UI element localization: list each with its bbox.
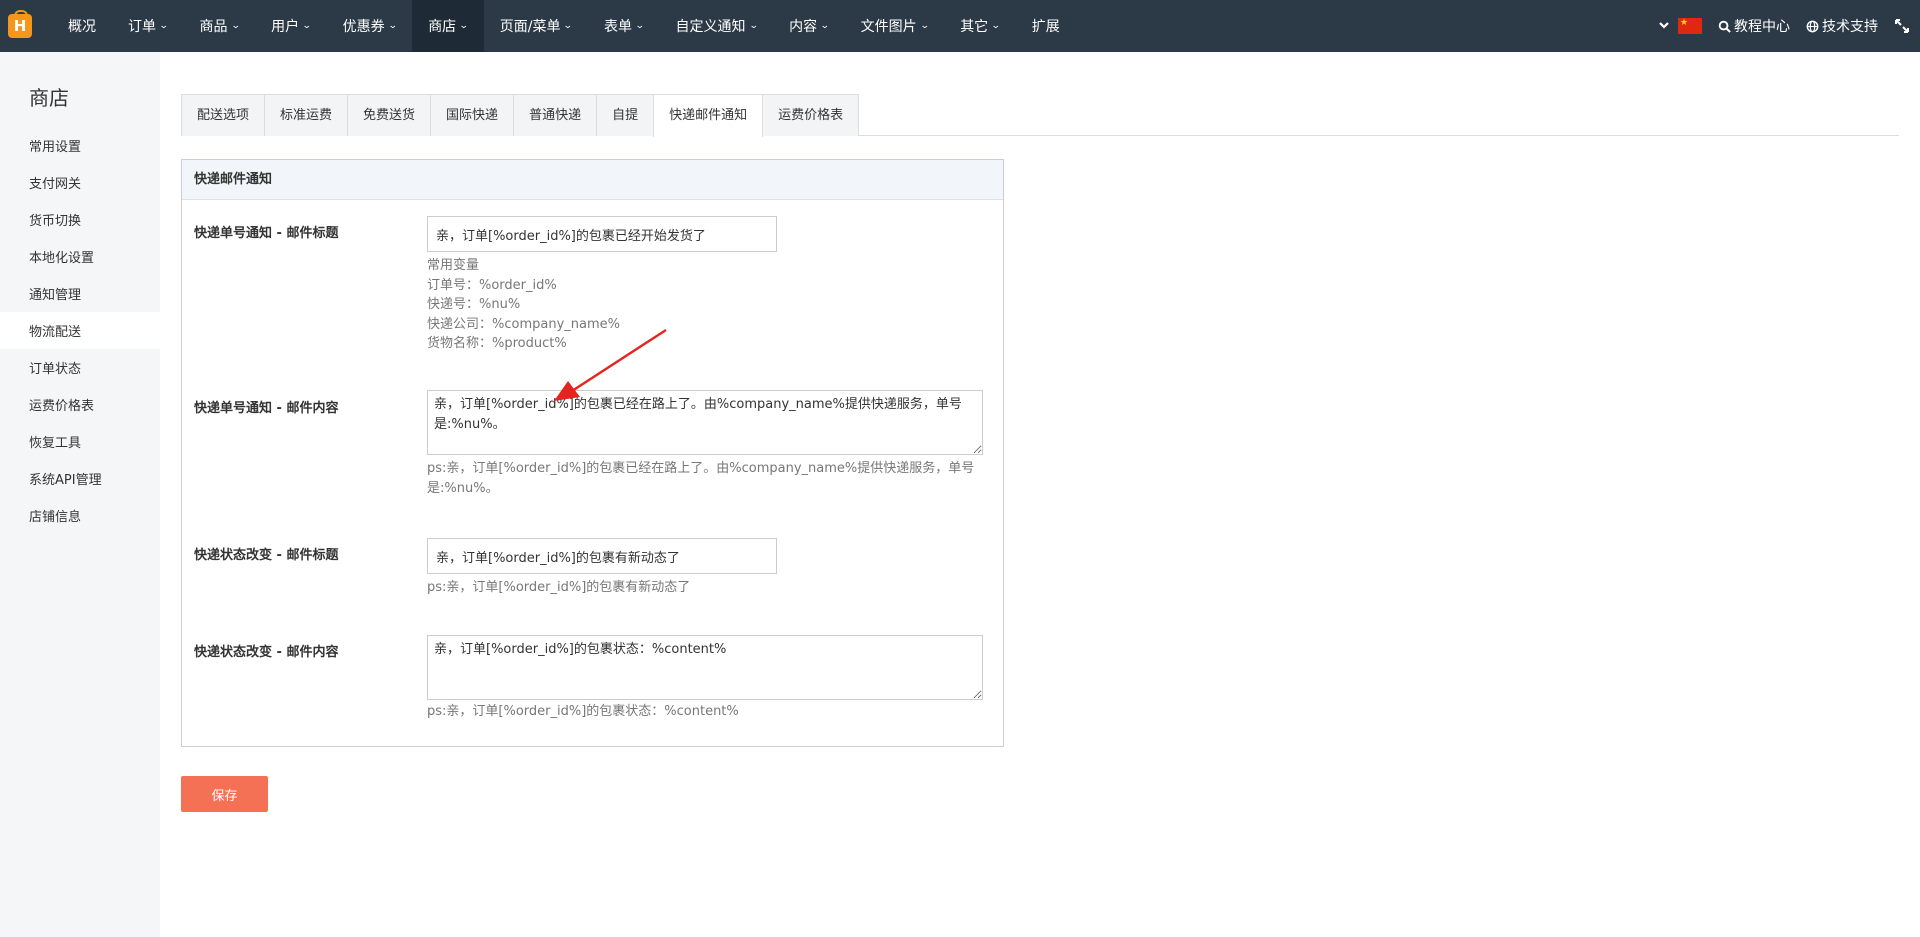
nav-item-coupons[interactable]: 优惠券 ⌄ bbox=[327, 0, 413, 52]
tab-express-email[interactable]: 快递邮件通知 bbox=[653, 94, 764, 137]
sidebar-item-notifications[interactable]: 通知管理 bbox=[0, 275, 160, 312]
sidebar-title: 商店 bbox=[29, 86, 69, 110]
help-line: 常用变量 bbox=[427, 258, 480, 273]
sidebar-item-restore[interactable]: 恢复工具 bbox=[0, 423, 160, 460]
panel-title: 快递邮件通知 bbox=[182, 160, 1003, 200]
nav-right: 教程中心 技术支持 bbox=[1658, 0, 1920, 52]
nav-item-users[interactable]: 用户 ⌄ bbox=[255, 0, 327, 52]
express-email-panel: 快递邮件通知 快递单号通知 - 邮件标题 常用变量 订单号：%order_id%… bbox=[181, 159, 1004, 747]
chevron-down-icon: ⌄ bbox=[634, 21, 645, 31]
status-body-label: 快递状态改变 - 邮件内容 bbox=[194, 645, 339, 660]
chevron-down-icon: ⌄ bbox=[230, 21, 241, 31]
chevron-down-icon: ⌄ bbox=[919, 21, 930, 31]
sidebar-item-general[interactable]: 常用设置 bbox=[0, 127, 160, 164]
nav-item-pages-menu[interactable]: 页面/菜单 ⌄ bbox=[484, 0, 588, 52]
sidebar-item-localization[interactable]: 本地化设置 bbox=[0, 238, 160, 275]
sidebar: 商店 常用设置 支付网关 货币切换 本地化设置 通知管理 物流配送 订单状态 运… bbox=[0, 52, 160, 937]
support-link[interactable]: 技术支持 bbox=[1806, 16, 1878, 36]
sidebar-item-rate-table[interactable]: 运费价格表 bbox=[0, 386, 160, 423]
annotation-arrow bbox=[554, 328, 667, 401]
help-line: 订单号：%order_id% bbox=[427, 277, 557, 293]
tracking-subject-label: 快递单号通知 - 邮件标题 bbox=[194, 226, 339, 241]
sidebar-item-api[interactable]: 系统API管理 bbox=[0, 460, 160, 497]
sidebar-item-payment[interactable]: 支付网关 bbox=[0, 164, 160, 201]
tab-rate-table[interactable]: 运费价格表 bbox=[762, 94, 860, 136]
nav-item-custom-notify[interactable]: 自定义通知 ⌄ bbox=[660, 0, 774, 52]
main-nav: 概况 订单 ⌄ 商品 ⌄ 用户 ⌄ 优惠券 ⌄ 商店 ⌄ 页面/菜单 ⌄ 表单 ⌄ 自定义通知… bbox=[52, 0, 1076, 52]
status-subject-label: 快递状态改变 - 邮件标题 bbox=[194, 548, 339, 563]
tab-standard-rate[interactable]: 标准运费 bbox=[264, 94, 349, 136]
search-icon bbox=[1718, 20, 1731, 33]
chevron-down-icon: ⌄ bbox=[387, 21, 398, 31]
tab-regular-express[interactable]: 普通快递 bbox=[513, 94, 598, 136]
tab-shipping-options[interactable]: 配送选项 bbox=[181, 94, 266, 136]
nav-item-other[interactable]: 其它 ⌄ bbox=[944, 0, 1016, 52]
sidebar-item-order-status[interactable]: 订单状态 bbox=[0, 349, 160, 386]
status-body-textarea[interactable]: 亲，订单[%order_id%]的包裹状态：%content% bbox=[427, 635, 983, 700]
nav-item-products[interactable]: 商品 ⌄ bbox=[184, 0, 256, 52]
nav-item-orders[interactable]: 订单 ⌄ bbox=[112, 0, 184, 52]
chevron-down-icon: ⌄ bbox=[748, 21, 759, 31]
tab-pickup[interactable]: 自提 bbox=[596, 94, 655, 136]
nav-item-store[interactable]: 商店 ⌄ bbox=[412, 0, 484, 52]
expand-icon[interactable] bbox=[1894, 18, 1910, 34]
globe-icon bbox=[1806, 20, 1819, 32]
status-subject-help: ps:亲，订单[%order_id%]的包裹有新动态了 bbox=[427, 580, 691, 595]
sidebar-item-shipping[interactable]: 物流配送 bbox=[0, 312, 160, 349]
nav-item-files[interactable]: 文件图片 ⌄ bbox=[845, 0, 945, 52]
chevron-down-icon: ⌄ bbox=[819, 21, 830, 31]
chevron-down-icon: ⌄ bbox=[158, 21, 169, 31]
nav-item-extensions[interactable]: 扩展 bbox=[1016, 0, 1076, 52]
nav-item-overview[interactable]: 概况 bbox=[52, 0, 112, 52]
china-flag-icon[interactable] bbox=[1678, 18, 1702, 34]
chevron-down-icon: ⌄ bbox=[563, 21, 574, 31]
tracking-body-help: ps:亲，订单[%order_id%]的包裹已经在路上了。由%company_n… bbox=[427, 461, 975, 496]
sidebar-item-store-info[interactable]: 店铺信息 bbox=[0, 497, 160, 534]
app-logo-icon[interactable]: H bbox=[8, 10, 32, 38]
status-body-help: ps:亲，订单[%order_id%]的包裹状态：%content% bbox=[427, 704, 739, 719]
chevron-down-icon: ⌄ bbox=[301, 21, 312, 31]
help-line: 快递号：%nu% bbox=[427, 297, 521, 312]
tracking-body-textarea[interactable]: 亲，订单[%order_id%]的包裹已经在路上了。由%company_name… bbox=[427, 390, 983, 455]
chevron-down-icon: ⌄ bbox=[459, 21, 469, 31]
language-chevron-icon[interactable] bbox=[1658, 19, 1670, 34]
chevron-down-icon: ⌄ bbox=[991, 21, 1001, 31]
sidebar-item-currency[interactable]: 货币切换 bbox=[0, 201, 160, 238]
content-area: 配送选项 标准运费 免费送货 国际快递 普通快递 自提 快递邮件通知 运费价格表 bbox=[181, 94, 1899, 137]
status-subject-input[interactable] bbox=[427, 538, 777, 574]
tracking-body-label: 快递单号通知 - 邮件内容 bbox=[194, 401, 339, 416]
shipping-tabs: 配送选项 标准运费 免费送货 国际快递 普通快递 自提 快递邮件通知 运费价格表 bbox=[181, 94, 1899, 137]
tab-international[interactable]: 国际快递 bbox=[430, 94, 515, 136]
top-navbar: H 概况 订单 ⌄ 商品 ⌄ 用户 ⌄ 优惠券 ⌄ 商店 ⌄ 页面/菜单 ⌄ 表单 ⌄ 自定义… bbox=[0, 0, 1920, 52]
save-button[interactable]: 保存 bbox=[181, 776, 268, 812]
tab-free-shipping[interactable]: 免费送货 bbox=[347, 94, 432, 136]
nav-item-content[interactable]: 内容 ⌄ bbox=[773, 0, 845, 52]
tracking-subject-input[interactable] bbox=[427, 216, 777, 252]
nav-item-forms[interactable]: 表单 ⌄ bbox=[588, 0, 660, 52]
tutorial-link[interactable]: 教程中心 bbox=[1718, 16, 1790, 36]
